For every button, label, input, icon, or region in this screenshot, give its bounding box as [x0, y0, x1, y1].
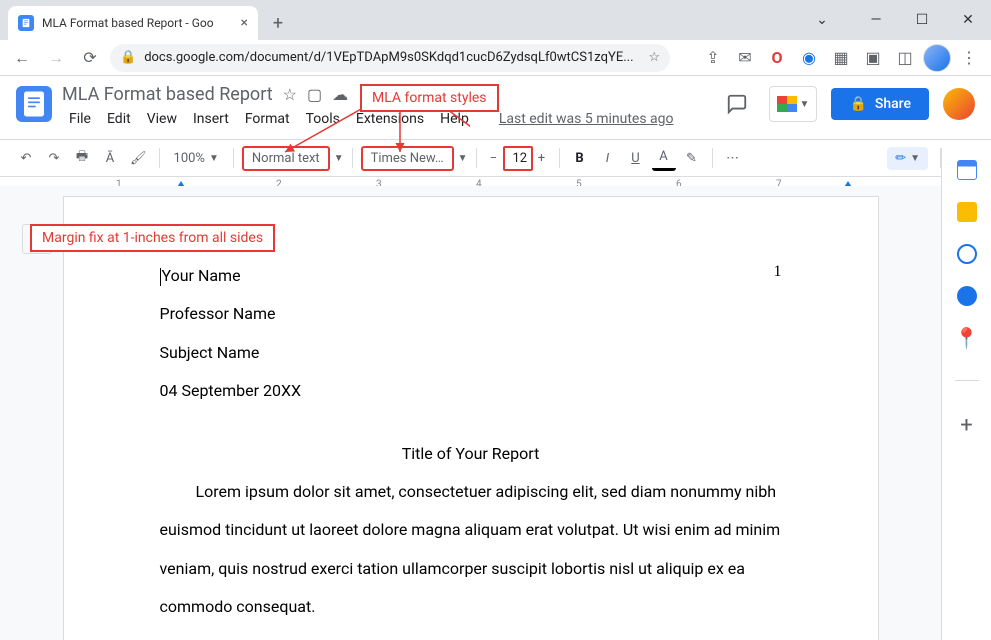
- docs-logo[interactable]: [16, 86, 52, 122]
- increase-font-button[interactable]: +: [533, 151, 551, 166]
- tasks-icon[interactable]: [957, 244, 977, 264]
- underline-button[interactable]: U: [624, 145, 648, 171]
- text-color-button[interactable]: A: [652, 145, 676, 171]
- chevron-down-icon[interactable]: ▼: [458, 153, 468, 164]
- document-page[interactable]: 1 Your Name Professor Name Subject Name …: [63, 196, 879, 640]
- bold-button[interactable]: B: [568, 145, 592, 171]
- highlight-button[interactable]: ✎: [680, 145, 704, 171]
- docs-favicon: [18, 15, 34, 31]
- annotation-mla-styles: MLA format styles: [360, 84, 499, 112]
- font-size-input[interactable]: 12: [503, 146, 533, 171]
- doc-line[interactable]: 04 September 20XX: [160, 372, 782, 410]
- last-edit-link[interactable]: Last edit was 5 minutes ago: [492, 109, 681, 129]
- zoom-dropdown[interactable]: 100%▼: [168, 148, 225, 169]
- menu-insert[interactable]: Insert: [186, 109, 236, 129]
- undo-button[interactable]: ↶: [14, 145, 38, 171]
- account-avatar[interactable]: [943, 88, 975, 120]
- italic-button[interactable]: I: [596, 145, 620, 171]
- move-icon[interactable]: ▢: [307, 85, 322, 104]
- comment-history-icon[interactable]: [719, 86, 755, 122]
- browser-tab-strip: MLA Format based Report - Goo × + ⌄ — ☐ …: [0, 0, 991, 40]
- add-addon-button[interactable]: +: [960, 413, 972, 438]
- chevron-down-icon[interactable]: ⌄: [799, 5, 845, 35]
- doc-line[interactable]: Your Name: [160, 257, 782, 295]
- maps-icon[interactable]: 📍: [957, 328, 977, 348]
- star-document-icon[interactable]: ☆: [283, 85, 297, 104]
- share-browser-icon[interactable]: ⇪: [699, 44, 727, 72]
- paint-format-button[interactable]: 🖌: [126, 145, 151, 171]
- menu-format[interactable]: Format: [238, 109, 297, 129]
- back-button[interactable]: ←: [8, 44, 36, 72]
- extension-icon-3[interactable]: ◫: [891, 44, 919, 72]
- more-tools-button[interactable]: ⋯: [721, 145, 745, 171]
- paragraph-style-dropdown[interactable]: Normal text: [242, 146, 330, 171]
- calendar-icon[interactable]: [957, 160, 977, 180]
- browser-address-bar: ← → ⟳ 🔒 docs.google.com/document/d/1VEpT…: [0, 40, 991, 76]
- lock-icon: 🔒: [120, 50, 136, 65]
- extension-icon-1[interactable]: ▦: [827, 44, 855, 72]
- spellcheck-button[interactable]: Ā: [98, 145, 122, 171]
- menu-bar: File Edit View Insert Format Tools Exten…: [62, 109, 709, 129]
- browser-menu-icon[interactable]: ⋮: [955, 44, 983, 72]
- tab-close-icon[interactable]: ×: [241, 15, 248, 31]
- star-icon[interactable]: ☆: [648, 50, 660, 65]
- cloud-saved-icon: ☁: [332, 85, 348, 104]
- contacts-icon[interactable]: [957, 286, 977, 306]
- report-title[interactable]: Title of Your Report: [160, 435, 782, 473]
- doc-line[interactable]: Professor Name: [160, 295, 782, 333]
- browser-tab[interactable]: MLA Format based Report - Goo ×: [8, 6, 258, 40]
- shield-icon[interactable]: ◉: [795, 44, 823, 72]
- menu-tools[interactable]: Tools: [299, 109, 347, 129]
- new-tab-button[interactable]: +: [264, 9, 292, 37]
- url-text: docs.google.com/document/d/1VEpTDApM9s0S…: [144, 50, 640, 65]
- menu-extensions[interactable]: Extensions: [349, 109, 431, 129]
- forward-button[interactable]: →: [42, 44, 70, 72]
- keep-icon[interactable]: [957, 202, 977, 222]
- doc-line[interactable]: Subject Name: [160, 334, 782, 372]
- extension-icon-2[interactable]: ▣: [859, 44, 887, 72]
- page-number: 1: [774, 253, 782, 291]
- menu-view[interactable]: View: [140, 109, 184, 129]
- document-canvas: Margin fix at 1-inches from all sides 1 …: [0, 186, 941, 640]
- share-label: Share: [875, 96, 911, 112]
- close-window-button[interactable]: ✕: [945, 5, 991, 35]
- side-panel: 📍 +: [941, 148, 991, 640]
- decrease-font-button[interactable]: −: [485, 151, 503, 166]
- editing-mode-button[interactable]: ✏ ▼: [887, 147, 928, 170]
- window-controls: ⌄ — ☐ ✕: [799, 0, 991, 40]
- report-body[interactable]: Lorem ipsum dolor sit amet, consectetuer…: [160, 473, 782, 627]
- document-title[interactable]: MLA Format based Report: [62, 84, 273, 105]
- annotation-margin: Margin fix at 1-inches from all sides: [30, 224, 275, 252]
- meet-button[interactable]: ▼: [769, 86, 817, 122]
- opera-icon[interactable]: O: [763, 44, 791, 72]
- url-field[interactable]: 🔒 docs.google.com/document/d/1VEpTDApM9s…: [110, 44, 670, 72]
- menu-edit[interactable]: Edit: [100, 109, 138, 129]
- tab-title: MLA Format based Report - Goo: [42, 16, 233, 30]
- maximize-button[interactable]: ☐: [899, 5, 945, 35]
- print-button[interactable]: 🖶: [70, 145, 94, 171]
- menu-help[interactable]: Help: [433, 109, 476, 129]
- menu-file[interactable]: File: [62, 109, 98, 129]
- share-button[interactable]: 🔒 Share: [831, 88, 929, 120]
- font-dropdown[interactable]: Times New…: [361, 146, 454, 171]
- lock-icon: 🔒: [849, 96, 866, 112]
- chevron-down-icon[interactable]: ▼: [334, 153, 344, 164]
- side-divider: [955, 380, 979, 381]
- profile-avatar[interactable]: [923, 44, 951, 72]
- formatting-toolbar: ↶ ↷ 🖶 Ā 🖌 100%▼ Normal text ▼ Times New……: [0, 139, 991, 177]
- redo-button[interactable]: ↷: [42, 145, 66, 171]
- reload-button[interactable]: ⟳: [76, 44, 104, 72]
- minimize-button[interactable]: —: [853, 5, 899, 35]
- mail-icon[interactable]: ✉: [731, 44, 759, 72]
